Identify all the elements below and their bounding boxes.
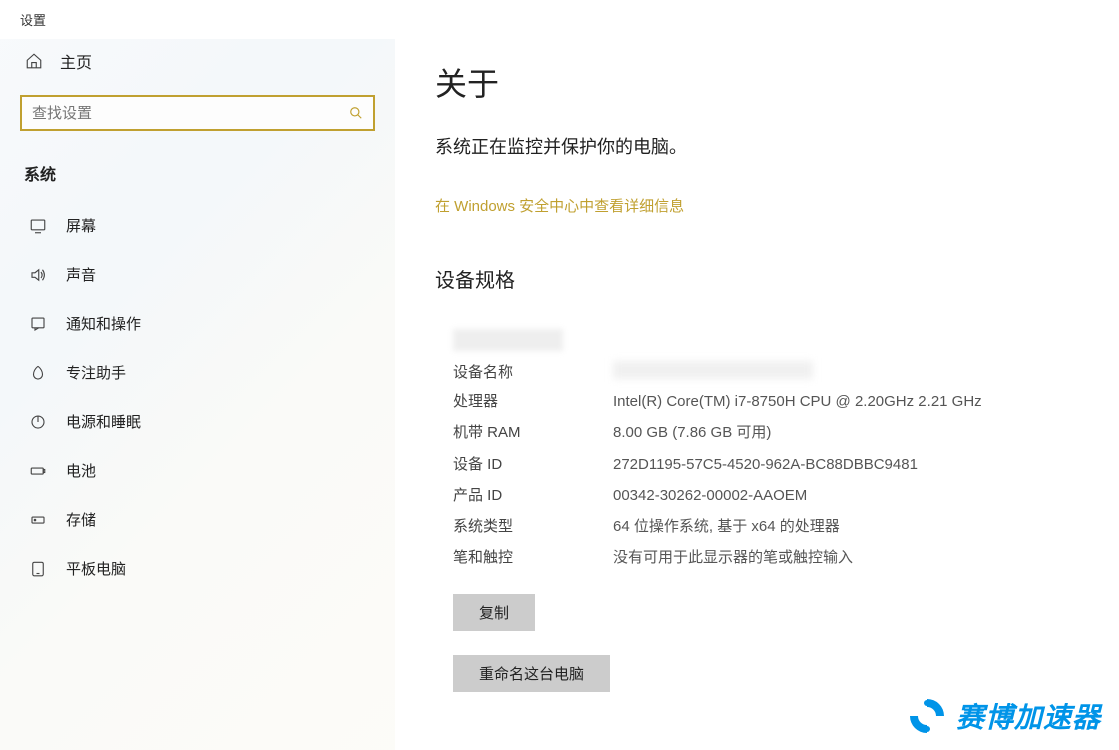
spec-label: 处理器 bbox=[453, 390, 613, 411]
nav-item-focus[interactable]: 专注助手 bbox=[0, 348, 395, 397]
nav-label: 平板电脑 bbox=[66, 558, 126, 579]
protect-status: 系统正在监控并保护你的电脑。 bbox=[435, 133, 1079, 159]
home-icon bbox=[24, 51, 44, 71]
nav-item-sound[interactable]: 声音 bbox=[0, 250, 395, 299]
watermark-text: 赛博加速器 bbox=[956, 696, 1101, 736]
spec-label: 设备名称 bbox=[453, 361, 613, 382]
spec-label: 产品 ID bbox=[453, 484, 613, 505]
display-icon bbox=[28, 216, 48, 236]
spec-row-device-name: 设备名称 bbox=[453, 361, 1079, 382]
spec-row-pen-touch: 笔和触控 没有可用于此显示器的笔或触控输入 bbox=[453, 546, 1079, 569]
nav-label: 专注助手 bbox=[66, 362, 126, 383]
nav-item-tablet[interactable]: 平板电脑 bbox=[0, 544, 395, 593]
focus-icon bbox=[28, 363, 48, 383]
copy-button[interactable]: 复制 bbox=[453, 594, 535, 631]
spec-value: 没有可用于此显示器的笔或触控输入 bbox=[613, 546, 853, 569]
spec-value: 8.00 GB (7.86 GB 可用) bbox=[613, 421, 771, 444]
security-link[interactable]: 在 Windows 安全中心中查看详细信息 bbox=[435, 195, 684, 216]
sidebar: 主页 系统 屏幕 声音 bbox=[0, 39, 395, 750]
nav-label: 屏幕 bbox=[66, 215, 96, 236]
nav-label: 通知和操作 bbox=[66, 313, 141, 334]
spec-title: 设备规格 bbox=[435, 264, 1079, 293]
nav-label: 存储 bbox=[66, 509, 96, 530]
spec-row-device-id: 设备 ID 272D1195-57C5-4520-962A-BC88DBBC94… bbox=[453, 453, 1079, 476]
sound-icon bbox=[28, 265, 48, 285]
spec-value-blurred bbox=[613, 361, 813, 379]
section-label: 系统 bbox=[0, 155, 395, 201]
blurred-region bbox=[453, 329, 563, 351]
search-icon bbox=[349, 106, 363, 120]
nav-list: 屏幕 声音 通知和操作 专注助手 bbox=[0, 201, 395, 593]
page-title: 关于 bbox=[435, 59, 1079, 105]
spec-value: 64 位操作系统, 基于 x64 的处理器 bbox=[613, 515, 840, 538]
rename-button[interactable]: 重命名这台电脑 bbox=[453, 655, 610, 692]
nav-label: 电源和睡眠 bbox=[66, 411, 141, 432]
tablet-icon bbox=[28, 559, 48, 579]
nav-item-notifications[interactable]: 通知和操作 bbox=[0, 299, 395, 348]
spec-table: 设备名称 处理器 Intel(R) Core(TM) i7-8750H CPU … bbox=[453, 361, 1079, 570]
spec-row-product-id: 产品 ID 00342-30262-00002-AAOEM bbox=[453, 484, 1079, 507]
battery-icon bbox=[28, 461, 48, 481]
spec-row-ram: 机带 RAM 8.00 GB (7.86 GB 可用) bbox=[453, 421, 1079, 444]
search-box[interactable] bbox=[20, 95, 375, 131]
nav-item-power[interactable]: 电源和睡眠 bbox=[0, 397, 395, 446]
search-input[interactable] bbox=[32, 105, 349, 122]
nav-item-display[interactable]: 屏幕 bbox=[0, 201, 395, 250]
spec-value: Intel(R) Core(TM) i7-8750H CPU @ 2.20GHz… bbox=[613, 390, 982, 413]
spec-label: 机带 RAM bbox=[453, 421, 613, 442]
notification-icon bbox=[28, 314, 48, 334]
spec-value: 272D1195-57C5-4520-962A-BC88DBBC9481 bbox=[613, 453, 918, 476]
watermark-logo-icon bbox=[906, 695, 948, 737]
watermark: 赛博加速器 bbox=[906, 695, 1101, 737]
window-title: 设置 bbox=[0, 0, 1119, 39]
spec-label: 系统类型 bbox=[453, 515, 613, 536]
power-icon bbox=[28, 412, 48, 432]
spec-value: 00342-30262-00002-AAOEM bbox=[613, 484, 807, 507]
spec-row-processor: 处理器 Intel(R) Core(TM) i7-8750H CPU @ 2.2… bbox=[453, 390, 1079, 413]
main-content: 关于 系统正在监控并保护你的电脑。 在 Windows 安全中心中查看详细信息 … bbox=[395, 39, 1119, 750]
spec-label: 设备 ID bbox=[453, 453, 613, 474]
nav-item-storage[interactable]: 存储 bbox=[0, 495, 395, 544]
nav-label: 声音 bbox=[66, 264, 96, 285]
nav-item-battery[interactable]: 电池 bbox=[0, 446, 395, 495]
home-nav[interactable]: 主页 bbox=[0, 39, 395, 83]
home-label: 主页 bbox=[60, 49, 92, 73]
nav-label: 电池 bbox=[66, 460, 96, 481]
storage-icon bbox=[28, 510, 48, 530]
spec-row-system-type: 系统类型 64 位操作系统, 基于 x64 的处理器 bbox=[453, 515, 1079, 538]
spec-label: 笔和触控 bbox=[453, 546, 613, 567]
